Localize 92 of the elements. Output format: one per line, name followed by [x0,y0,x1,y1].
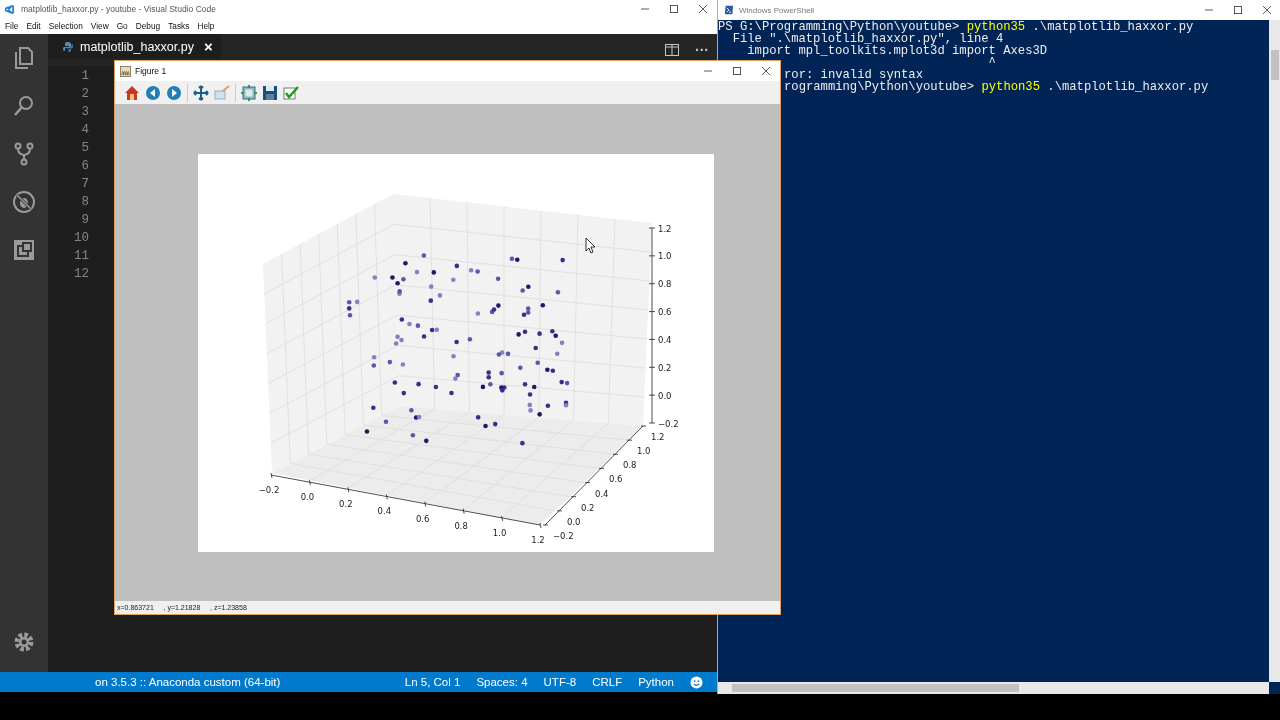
console-text: rogramming\Python\youtube> [784,80,976,94]
close-icon[interactable] [762,67,770,75]
tick-label: 0.0 [300,492,315,503]
branch-icon[interactable] [12,142,36,166]
window-title: Figure 1 [135,66,167,76]
line-number: 2 [81,86,89,103]
console-text: File ".\matplotlib_haxxor.py", line 4 [731,32,1004,46]
forward-icon[interactable] [166,84,182,101]
tick-label: 1.0 [637,446,651,457]
line-number: 9 [81,212,89,229]
menu-item[interactable]: Go [116,21,128,31]
line-number: 12 [74,266,89,283]
tick-label: 1.2 [531,535,545,545]
line-number: 7 [81,176,89,193]
tick-label: 0.2 [581,502,595,513]
tick-label: −0.2 [258,485,280,495]
debug-icon[interactable] [12,190,36,214]
menu-item[interactable]: View [90,21,109,31]
editor-tab[interactable]: matplotlib_haxxor.py × [48,34,221,59]
tick-label: −0.2 [658,418,679,429]
horizontal-scrollbar[interactable] [718,682,1269,694]
window-title: Windows PowerShell [739,5,815,15]
line-number: 11 [74,248,89,265]
menu-item[interactable]: Selection [48,21,83,31]
console-text: python35 [981,80,1040,94]
line-number: 8 [81,194,89,211]
pan-icon[interactable] [193,84,209,101]
more-actions-button[interactable]: ··· [695,42,709,58]
tab-close-button[interactable]: × [203,38,213,55]
back-icon[interactable] [145,84,161,101]
maximize-icon[interactable] [733,67,741,75]
console-text: .\matplotlib_haxxor.py [1031,20,1194,34]
line-number: 3 [81,104,89,121]
line-number: 5 [81,140,89,157]
line-number: 1 [81,68,89,85]
split-editor-icon[interactable] [665,44,679,56]
tick-label: 1.2 [651,432,665,442]
tick-label: 1.2 [658,223,672,234]
search-icon[interactable] [12,94,36,118]
console-text: python35 [966,20,1026,34]
console-text: import mpl_toolkits.mplot3d import Axes3D [746,44,1048,58]
tick-label: 0.8 [454,520,468,531]
status-item[interactable]: Spaces: 4 [476,676,528,688]
tick-label: 0.0 [567,516,581,527]
tick-label: 0.4 [377,506,392,517]
menu-item[interactable]: Tasks [168,21,190,31]
tick-label: 0.4 [658,334,672,345]
maximize-icon[interactable] [1234,6,1242,14]
python-file-icon [62,40,74,53]
status-item[interactable]: Ln 5, Col 1 [404,676,461,688]
close-icon[interactable] [699,5,707,13]
tick-label: 0.0 [658,390,672,401]
save-icon[interactable] [262,84,278,101]
tick-label: 0.6 [658,307,672,318]
console-text: .\matplotlib_haxxor.py [1046,80,1209,94]
home-icon[interactable] [124,84,140,101]
tick-label: 0.8 [623,460,637,471]
smiley-icon[interactable] [690,675,703,689]
menu-item[interactable]: File [5,21,19,31]
close-icon[interactable] [1263,6,1271,14]
files-icon[interactable] [12,46,36,70]
extensions-icon[interactable] [12,238,36,262]
tick-label: 0.8 [658,279,672,290]
status-item[interactable]: Python [638,676,674,688]
status-item[interactable]: CRLF [592,676,623,688]
menu-item[interactable]: Help [197,21,215,31]
line-number: 6 [81,158,89,175]
window-title: matplotlib_haxxor.py - youtube - Visual Studio Code [21,4,216,14]
settings-icon[interactable] [12,630,36,654]
tick-label: 0.2 [658,362,672,373]
tick-label: 0.6 [609,474,623,485]
tick-label: 0.4 [595,488,609,499]
menu-item[interactable]: Debug [135,21,161,31]
tick-label: −0.2 [553,531,574,541]
console-text: PS G:\Programming\Python\youtube> [718,20,960,34]
tick-label: 0.2 [339,499,353,510]
vertical-scrollbar[interactable] [1269,20,1280,682]
subplots-icon[interactable] [241,84,257,101]
menu-item[interactable]: Edit [26,21,41,31]
tick-label: 1.0 [658,251,672,262]
line-number: 4 [81,122,89,139]
checkmark-icon[interactable] [283,84,299,101]
cursor-icon [585,237,596,254]
maximize-icon[interactable] [670,5,678,13]
tick-label: 0.6 [415,513,430,524]
status-item[interactable]: UTF-8 [543,676,577,688]
interpreter-status[interactable]: on 3.5.3 :: Anaconda custom (64-bit) [95,676,281,688]
console-text: ror: invalid syntax [784,68,923,82]
tick-label: 1.0 [492,527,507,538]
figure-window-icon [120,65,131,77]
console-text: ^ [988,56,996,70]
line-number: 10 [74,230,89,247]
